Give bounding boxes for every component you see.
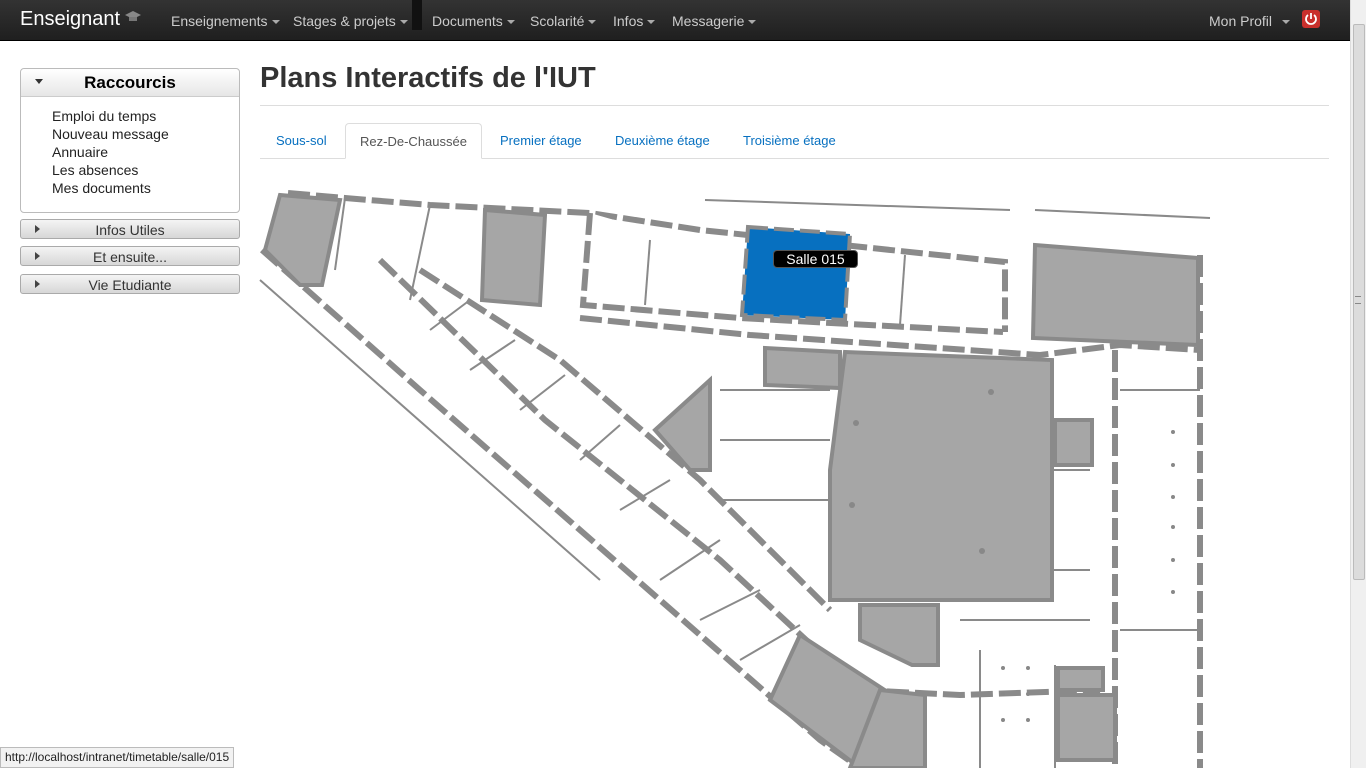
caret-down-icon [1282, 20, 1291, 25]
section-infos-utiles[interactable]: Infos Utiles [20, 219, 240, 239]
section-et-ensuite[interactable]: Et ensuite... [20, 246, 240, 266]
shortcut-emploi-du-temps[interactable]: Emploi du temps [52, 108, 156, 124]
tab-premier-etage[interactable]: Premier étage [500, 133, 582, 148]
page-scrollbar[interactable] [1350, 0, 1366, 768]
tab-sous-sol[interactable]: Sous-sol [276, 133, 327, 148]
room-salle-015[interactable] [739, 224, 853, 323]
scrollbar-grip-icon [1355, 296, 1361, 304]
nav-infos[interactable]: Infos [613, 13, 656, 29]
section-label: Et ensuite... [93, 249, 167, 265]
title-divider [260, 105, 1329, 106]
caret-down-icon [588, 20, 597, 25]
browser-status-bar: http://localhost/intranet/timetable/sall… [0, 747, 235, 768]
tab-rez-de-chaussee[interactable]: Rez-De-Chaussée [345, 123, 482, 159]
shortcuts-header[interactable]: Raccourcis [21, 69, 239, 97]
shortcuts-panel: Raccourcis Emploi du temps Nouveau messa… [20, 68, 240, 213]
nav-messagerie[interactable]: Messagerie [672, 13, 757, 29]
caret-down-icon [271, 20, 280, 25]
shortcut-mes-documents[interactable]: Mes documents [52, 180, 151, 196]
graduation-cap-icon [125, 11, 141, 21]
shortcut-nouveau-message[interactable]: Nouveau message [52, 126, 169, 142]
section-label: Vie Etudiante [88, 277, 172, 293]
section-vie-etudiante[interactable]: Vie Etudiante [20, 274, 240, 294]
tab-deuxieme-etage[interactable]: Deuxième étage [615, 133, 710, 148]
page-title: Plans Interactifs de l'IUT [260, 62, 596, 94]
room-tooltip: Salle 015 [773, 250, 858, 268]
caret-down-icon [399, 20, 408, 25]
nav-divider [412, 0, 422, 30]
shortcut-absences[interactable]: Les absences [52, 162, 138, 178]
nav-mon-profil[interactable]: Mon Profil [1209, 13, 1291, 29]
caret-down-icon [647, 20, 656, 25]
caret-down-icon [748, 20, 757, 25]
floor-plan-map[interactable] [258, 185, 1218, 768]
shortcut-annuaire[interactable]: Annuaire [52, 144, 108, 160]
power-symbol-icon [1305, 13, 1317, 25]
section-label: Infos Utiles [95, 222, 165, 238]
brand-title[interactable]: Enseignant [20, 8, 120, 31]
nav-scolarite[interactable]: Scolarité [530, 13, 597, 29]
nav-enseignements[interactable]: Enseignements [171, 13, 280, 29]
power-icon[interactable] [1302, 10, 1320, 28]
nav-stages-projets[interactable]: Stages & projets [293, 13, 408, 29]
tab-troisieme-etage[interactable]: Troisième étage [743, 133, 836, 148]
nav-documents[interactable]: Documents [432, 13, 515, 29]
caret-down-icon [506, 20, 515, 25]
shortcuts-title: Raccourcis [84, 73, 176, 92]
top-navbar: Enseignant Enseignements Stages & projet… [0, 0, 1350, 41]
